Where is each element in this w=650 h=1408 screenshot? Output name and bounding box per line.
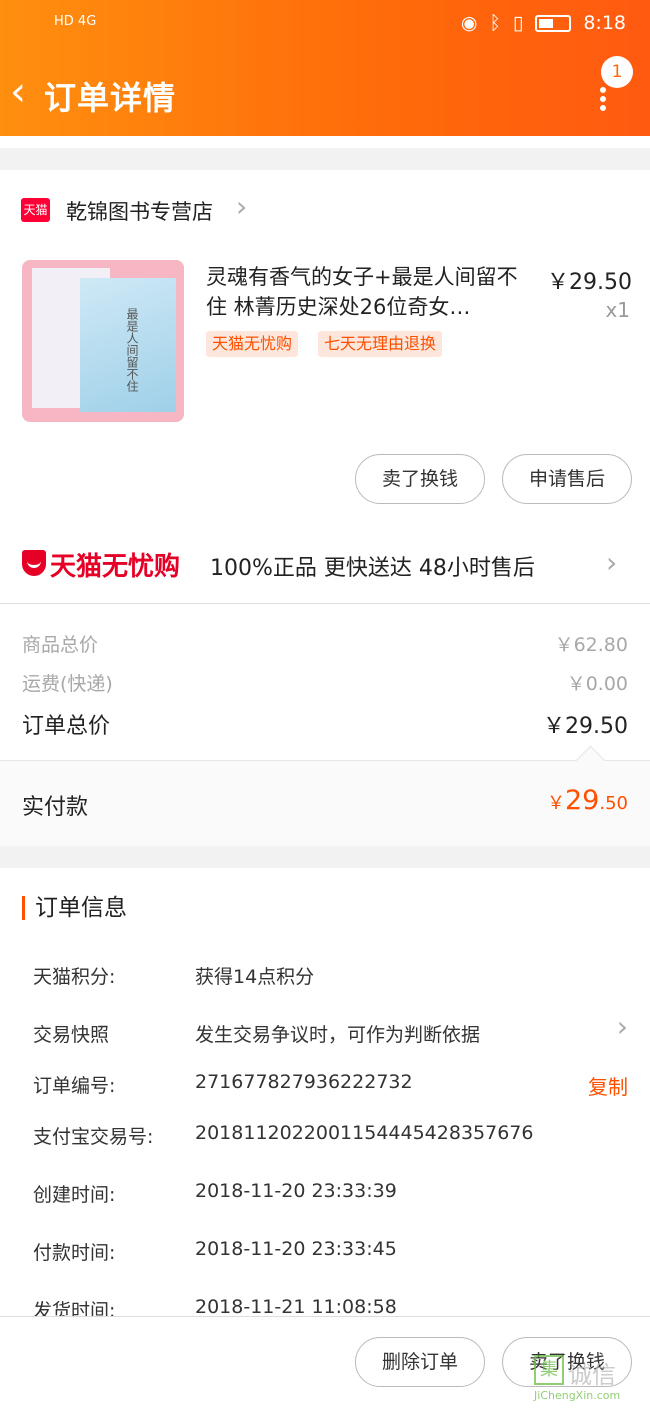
watermark-logo: 集 xyxy=(534,1355,564,1385)
cover-text: 最是人间留不住 xyxy=(125,308,139,392)
chevron-right-icon: › xyxy=(616,1010,628,1043)
app-header: HD 4G ◉ ᛒ ▯ 8:18 ‹ 订单详情 1 xyxy=(0,0,650,136)
paid-amount-row: 实付款 ￥29.50 xyxy=(0,760,650,846)
back-arrow-icon[interactable]: ‹ xyxy=(10,72,26,112)
service-tag: 天猫无忧购 xyxy=(206,331,299,357)
message-badge[interactable]: 1 xyxy=(601,56,633,88)
shop-name: 乾锦图书专营店 xyxy=(66,200,213,224)
network-indicator: HD 4G xyxy=(54,14,97,29)
watermark: 集 诚信 JiChengXin.com xyxy=(534,1355,644,1405)
divider xyxy=(0,846,650,868)
product-image[interactable]: 最是人间留不住 xyxy=(22,260,184,422)
vibrate-icon: ▯ xyxy=(512,12,524,34)
guarantee-brand: 天猫无忧购 xyxy=(50,552,181,582)
goods-total-label: 商品总价 xyxy=(22,634,99,656)
chevron-right-icon: › xyxy=(236,190,248,223)
shipping-label: 运费(快递) xyxy=(22,673,113,695)
shipping-value: ￥0.00 xyxy=(566,673,628,695)
more-menu-icon[interactable] xyxy=(600,84,610,114)
product-quantity: x1 xyxy=(605,298,630,322)
bottom-action-bar: 删除订单 卖了换钱 集 诚信 JiChengXin.com xyxy=(0,1316,650,1408)
bluetooth-icon: ᛒ xyxy=(489,12,501,34)
tmall-logo-icon: 天猫 xyxy=(21,198,50,222)
sell-button[interactable]: 卖了换钱 xyxy=(355,454,485,504)
product-title[interactable]: 灵魂有香气的女子+最是人间留不住 林菁历史深处26位奇女… xyxy=(206,262,531,322)
status-bar: HD 4G ◉ ᛒ ▯ 8:18 xyxy=(0,12,650,38)
service-tag: 七天无理由退换 xyxy=(318,331,443,357)
goods-total-value: ￥62.80 xyxy=(554,634,628,656)
eye-icon: ◉ xyxy=(460,12,478,34)
delete-order-button[interactable]: 删除订单 xyxy=(355,1337,485,1387)
product-price: ￥29.50 xyxy=(547,270,632,295)
tmall-guarantee-row[interactable]: 天猫无忧购 100%正品 更快送达 48小时售后 › xyxy=(0,540,650,604)
copy-button[interactable]: 复制 xyxy=(588,1071,628,1100)
order-total-value: ￥29.50 xyxy=(543,714,628,739)
divider xyxy=(0,148,650,170)
page-title: 订单详情 xyxy=(44,79,177,117)
watermark-brand: 诚信 xyxy=(568,1361,616,1389)
order-info-title: 订单信息 xyxy=(22,896,127,920)
paid-label: 实付款 xyxy=(22,795,89,820)
shop-row[interactable]: 天猫 乾锦图书专营店 › xyxy=(0,186,650,236)
paid-value: ￥29.50 xyxy=(547,785,628,816)
shield-icon xyxy=(22,550,46,576)
chevron-right-icon: › xyxy=(606,546,618,579)
order-total-label: 订单总价 xyxy=(22,714,111,739)
watermark-text: JiChengXin.com xyxy=(534,1389,621,1402)
aftersale-button[interactable]: 申请售后 xyxy=(502,454,632,504)
battery-icon xyxy=(535,14,572,32)
status-time: 8:18 xyxy=(583,12,626,34)
guarantee-text: 100%正品 更快送达 48小时售后 xyxy=(210,556,535,581)
